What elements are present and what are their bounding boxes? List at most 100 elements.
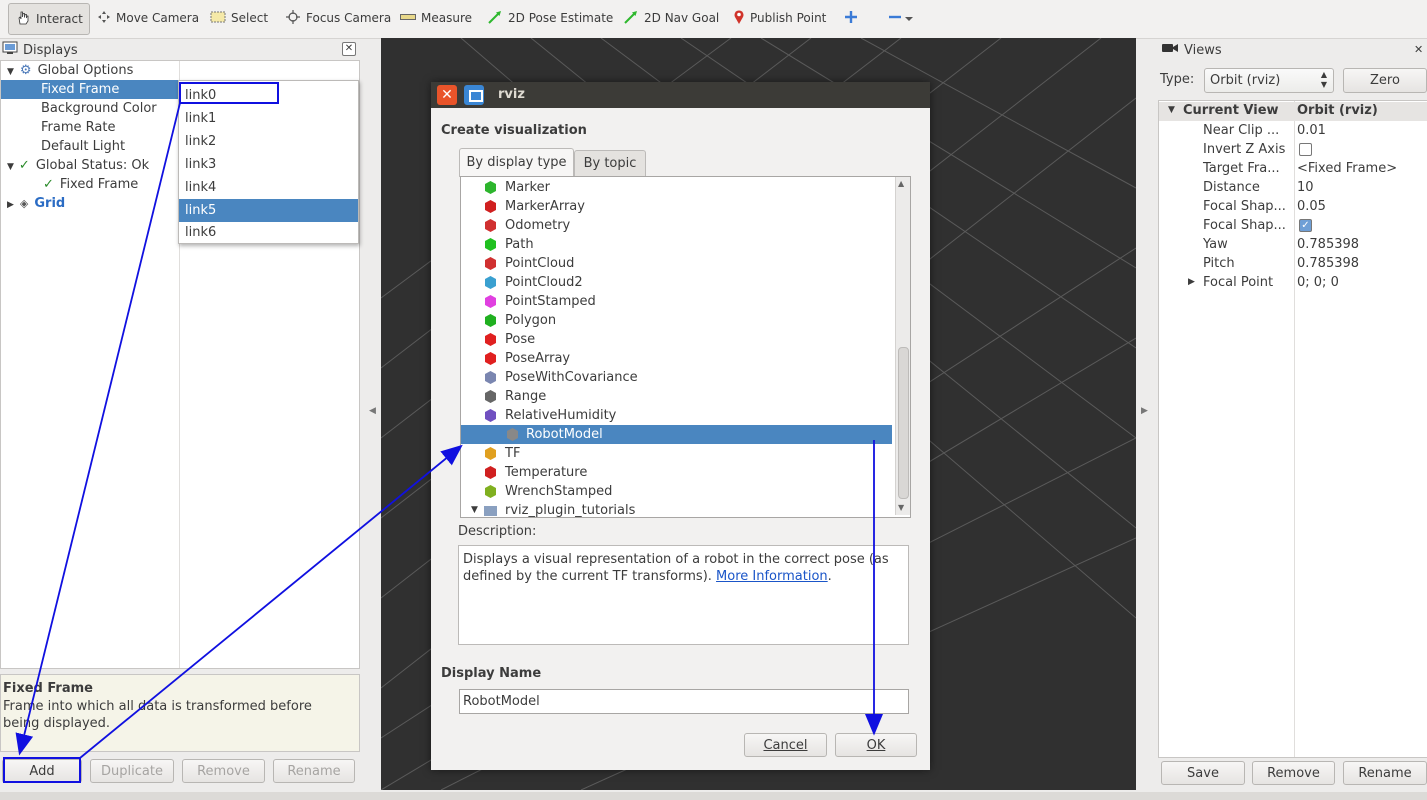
list-item-relativehumidity[interactable]: RelativeHumidity xyxy=(485,406,616,425)
nav-goal-tool-button[interactable]: 2D Nav Goal xyxy=(623,3,719,33)
expand-arrow-icon[interactable]: ▶ xyxy=(1188,273,1195,292)
dropdown-option-link4[interactable]: link4 xyxy=(179,176,358,199)
view-prop-row[interactable]: ▶ Focal Point 0; 0; 0 xyxy=(1159,273,1427,292)
save-view-button[interactable]: Save xyxy=(1161,761,1245,785)
prop-value[interactable]: <Fixed Frame> xyxy=(1297,159,1397,178)
interact-tool-button[interactable]: Interact xyxy=(8,3,90,35)
fixed-frame-dropdown[interactable]: link0 link1 link2 link3 link4 link5 link… xyxy=(178,80,359,244)
expand-arrow-icon[interactable]: ▼ xyxy=(471,501,478,517)
more-information-link[interactable]: More Information xyxy=(716,569,828,584)
prop-value[interactable]: 10 xyxy=(1297,178,1314,197)
checkbox[interactable]: ✓ xyxy=(1299,219,1312,232)
rename-display-button[interactable]: Rename xyxy=(273,759,355,783)
list-scrollbar[interactable]: ▲ ▼ xyxy=(895,177,910,515)
dropdown-option-link0[interactable]: link0 xyxy=(179,84,358,107)
dropdown-option-link6[interactable]: link6 xyxy=(179,222,358,243)
view-prop-row[interactable]: Focal Shap... ✓ xyxy=(1159,216,1427,235)
dropdown-option-link2[interactable]: link2 xyxy=(179,130,358,153)
cancel-button[interactable]: Cancel xyxy=(744,733,827,757)
tree-item-background-color[interactable]: Background Color xyxy=(41,99,157,118)
prop-value[interactable]: 0; 0; 0 xyxy=(1297,273,1339,292)
move-camera-tool-button[interactable]: Move Camera xyxy=(97,3,199,33)
current-view-row[interactable]: ▼ Current View Orbit (rviz) xyxy=(1159,102,1427,121)
ok-button[interactable]: OK xyxy=(835,733,917,757)
option-label: link0 xyxy=(185,88,217,103)
add-display-button[interactable]: Add xyxy=(2,759,82,783)
view-prop-row[interactable]: Pitch 0.785398 xyxy=(1159,254,1427,273)
view-prop-row[interactable]: Yaw 0.785398 xyxy=(1159,235,1427,254)
list-item-range[interactable]: Range xyxy=(485,387,546,406)
measure-tool-button[interactable]: Measure xyxy=(400,3,472,33)
expand-arrow-icon[interactable]: ▼ xyxy=(7,67,14,77)
publish-point-tool-button[interactable]: Publish Point xyxy=(733,3,826,33)
prop-value[interactable]: 0.01 xyxy=(1297,121,1326,140)
list-item-temperature[interactable]: Temperature xyxy=(485,463,587,482)
list-item-rviz-plugin-tutorials[interactable]: ▼ rviz_plugin_tutorials xyxy=(471,501,635,517)
tree-item-global-status[interactable]: ▼ ✓ Global Status: Ok xyxy=(7,156,149,175)
select-tool-button[interactable]: Select xyxy=(210,3,268,33)
pose-estimate-tool-button[interactable]: 2D Pose Estimate xyxy=(487,3,613,33)
dropdown-option-link5[interactable]: link5 xyxy=(179,199,358,222)
list-item-label: RobotModel xyxy=(526,427,603,442)
zero-button[interactable]: Zero xyxy=(1343,68,1427,93)
tree-item-frame-rate[interactable]: Frame Rate xyxy=(41,118,115,137)
list-item-posewithcovariance[interactable]: PoseWithCovariance xyxy=(485,368,638,387)
list-item-pointcloud2[interactable]: PointCloud2 xyxy=(485,273,583,292)
list-item-pose[interactable]: Pose xyxy=(485,330,535,349)
scroll-up-arrow-icon[interactable]: ▲ xyxy=(898,179,904,188)
tf-icon xyxy=(483,446,498,461)
right-splitter-arrow-icon[interactable]: ▶ xyxy=(1141,406,1148,416)
expand-arrow-icon[interactable]: ▼ xyxy=(1168,105,1175,115)
view-prop-row[interactable]: Target Fra... <Fixed Frame> xyxy=(1159,159,1427,178)
list-item-pointcloud[interactable]: PointCloud xyxy=(485,254,574,273)
rename-view-button[interactable]: Rename xyxy=(1343,761,1427,785)
expand-arrow-icon[interactable]: ▶ xyxy=(7,200,14,210)
tree-item-global-options[interactable]: ▼ ⚙ Global Options xyxy=(7,61,133,80)
maximize-icon[interactable] xyxy=(464,85,484,105)
list-item-path[interactable]: Path xyxy=(485,235,534,254)
expand-arrow-icon[interactable]: ▼ xyxy=(7,162,14,172)
list-item-polygon[interactable]: Polygon xyxy=(485,311,556,330)
list-item-odometry[interactable]: Odometry xyxy=(485,216,570,235)
display-type-list[interactable]: Marker MarkerArray Odometry Path PointCloud P… xyxy=(460,176,911,518)
list-item-robotmodel[interactable]: RobotModel xyxy=(461,425,892,444)
close-icon[interactable]: ✕ xyxy=(437,85,457,105)
view-prop-row[interactable]: Focal Shap... 0.05 xyxy=(1159,197,1427,216)
remove-tool-menu-button[interactable] xyxy=(888,3,913,33)
tree-item-grid[interactable]: ▶ ◈ Grid xyxy=(7,194,65,213)
view-prop-row[interactable]: Near Clip ... 0.01 xyxy=(1159,121,1427,140)
close-icon[interactable]: ✕ xyxy=(1414,43,1423,56)
display-name-input[interactable]: RobotModel xyxy=(459,689,909,714)
prop-value[interactable]: 0.785398 xyxy=(1297,235,1359,254)
tree-item-default-light[interactable]: Default Light xyxy=(41,137,125,156)
dropdown-option-link1[interactable]: link1 xyxy=(179,107,358,130)
remove-view-button[interactable]: Remove xyxy=(1252,761,1335,785)
focus-camera-tool-button[interactable]: Focus Camera xyxy=(285,3,391,33)
view-type-select[interactable]: Orbit (rviz) ▲ ▼ xyxy=(1204,68,1334,93)
duplicate-display-button[interactable]: Duplicate xyxy=(90,759,174,783)
tab-by-display-type[interactable]: By display type xyxy=(459,148,574,177)
tab-by-topic[interactable]: By topic xyxy=(574,150,646,176)
markerarray-icon xyxy=(483,199,498,214)
scroll-down-arrow-icon[interactable]: ▼ xyxy=(898,503,904,512)
tree-item-status-fixed-frame[interactable]: ✓ Fixed Frame xyxy=(43,175,138,194)
scroll-thumb[interactable] xyxy=(898,347,909,499)
list-item-pointstamped[interactable]: PointStamped xyxy=(485,292,596,311)
list-item-tf[interactable]: TF xyxy=(485,444,520,463)
list-item-marker[interactable]: Marker xyxy=(485,178,550,197)
list-item-posearray[interactable]: PoseArray xyxy=(485,349,570,368)
prop-value[interactable]: 0.05 xyxy=(1297,197,1326,216)
prop-value[interactable]: 0.785398 xyxy=(1297,254,1359,273)
list-item-markerarray[interactable]: MarkerArray xyxy=(485,197,585,216)
add-tool-button[interactable] xyxy=(844,3,858,33)
left-splitter-arrow-icon[interactable]: ◀ xyxy=(369,406,376,416)
view-prop-row[interactable]: Distance 10 xyxy=(1159,178,1427,197)
dropdown-option-link3[interactable]: link3 xyxy=(179,153,358,176)
help-text: Frame into which all data is transformed… xyxy=(3,699,312,731)
tree-item-fixed-frame[interactable]: Fixed Frame xyxy=(1,80,179,99)
view-prop-row[interactable]: Invert Z Axis xyxy=(1159,140,1427,159)
close-icon[interactable]: ✕ xyxy=(342,42,356,56)
checkbox[interactable] xyxy=(1299,143,1312,156)
list-item-wrenchstamped[interactable]: WrenchStamped xyxy=(485,482,612,501)
remove-display-button[interactable]: Remove xyxy=(182,759,265,783)
